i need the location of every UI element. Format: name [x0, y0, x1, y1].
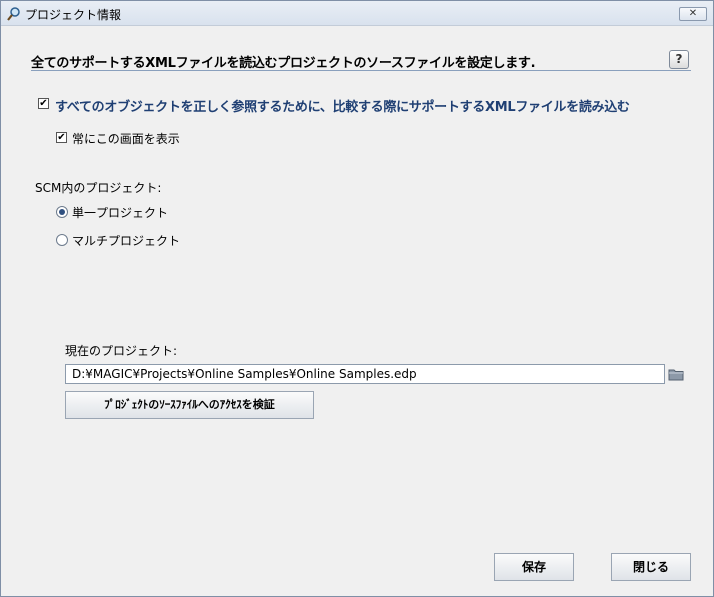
load-xml-checkbox[interactable]: ✔	[38, 98, 49, 109]
folder-icon[interactable]	[668, 367, 684, 381]
magnifier-icon	[7, 7, 20, 21]
window-close-button[interactable]: ✕	[679, 7, 707, 21]
save-button[interactable]: 保存	[494, 553, 574, 581]
always-show-label[interactable]: 常にこの画面を表示	[72, 130, 180, 147]
multi-project-label[interactable]: マルチプロジェクト	[72, 232, 180, 249]
scm-group-label: SCM内のプロジェクト:	[35, 181, 162, 195]
close-button[interactable]: 閉じる	[611, 553, 691, 581]
dialog-window: プロジェクト情報 ✕ 全てのサポートするXMLファイルを読込むプロジェクトのソー…	[0, 0, 714, 597]
load-xml-label[interactable]: すべてのオブジェクトを正しく参照するために、比較する際にサポートするXMLファイ…	[55, 96, 630, 115]
project-path-field[interactable]: D:¥MAGIC¥Projects¥Online Samples¥Online …	[65, 364, 665, 384]
window-title: プロジェクト情報	[25, 8, 122, 22]
header-instructions: 全てのサポートするXMLファイルを読込むプロジェクトのソースファイルを設定します…	[31, 56, 536, 71]
multi-project-radio[interactable]	[56, 234, 68, 246]
single-project-radio[interactable]	[56, 206, 68, 218]
single-project-label[interactable]: 単一プロジェクト	[72, 204, 168, 221]
verify-access-button[interactable]: ﾌﾟﾛｼﾞｪｸﾄのｿｰｽﾌｧｲﾙへのｱｸｾｽを検証	[65, 391, 314, 419]
current-project-label: 現在のプロジェクト:	[65, 344, 178, 358]
header-divider	[31, 70, 691, 71]
help-button[interactable]: ?	[669, 50, 689, 69]
always-show-checkbox[interactable]: ✔	[56, 132, 67, 143]
title-bar[interactable]: プロジェクト情報 ✕	[1, 1, 713, 26]
